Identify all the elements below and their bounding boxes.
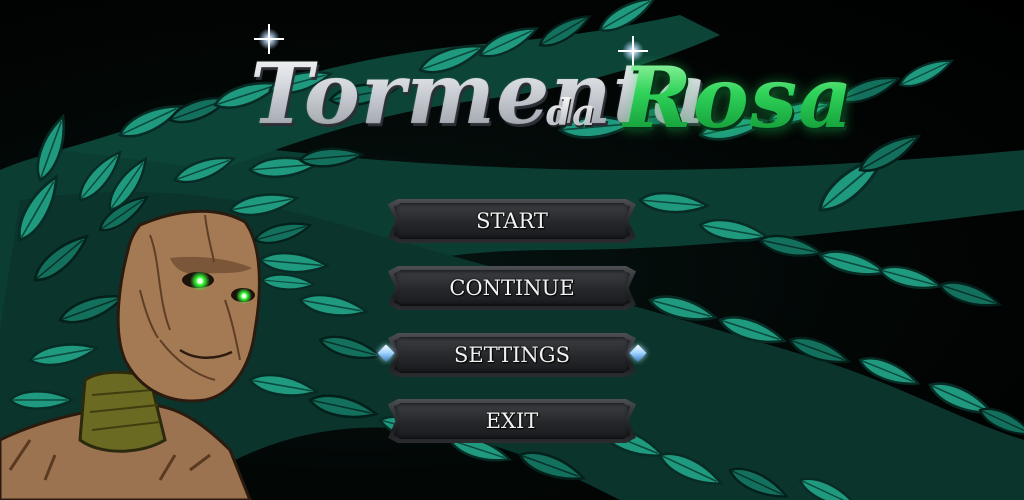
title-screen: Tormenta da Rosa START CONTINUE SETTINGS… — [0, 0, 1024, 500]
start-button-label: START — [476, 209, 548, 233]
settings-button[interactable]: SETTINGS — [388, 333, 636, 377]
settings-button-label: SETTINGS — [454, 343, 570, 367]
exit-button-label: EXIT — [485, 409, 539, 433]
title-word-da: da — [546, 92, 597, 134]
exit-button[interactable]: EXIT — [388, 399, 636, 443]
title-word-rosa: Rosa — [622, 48, 854, 147]
game-title: Tormenta da Rosa — [250, 22, 853, 172]
continue-button[interactable]: CONTINUE — [388, 266, 636, 310]
start-button[interactable]: START — [388, 199, 636, 243]
continue-button-label: CONTINUE — [449, 276, 575, 300]
